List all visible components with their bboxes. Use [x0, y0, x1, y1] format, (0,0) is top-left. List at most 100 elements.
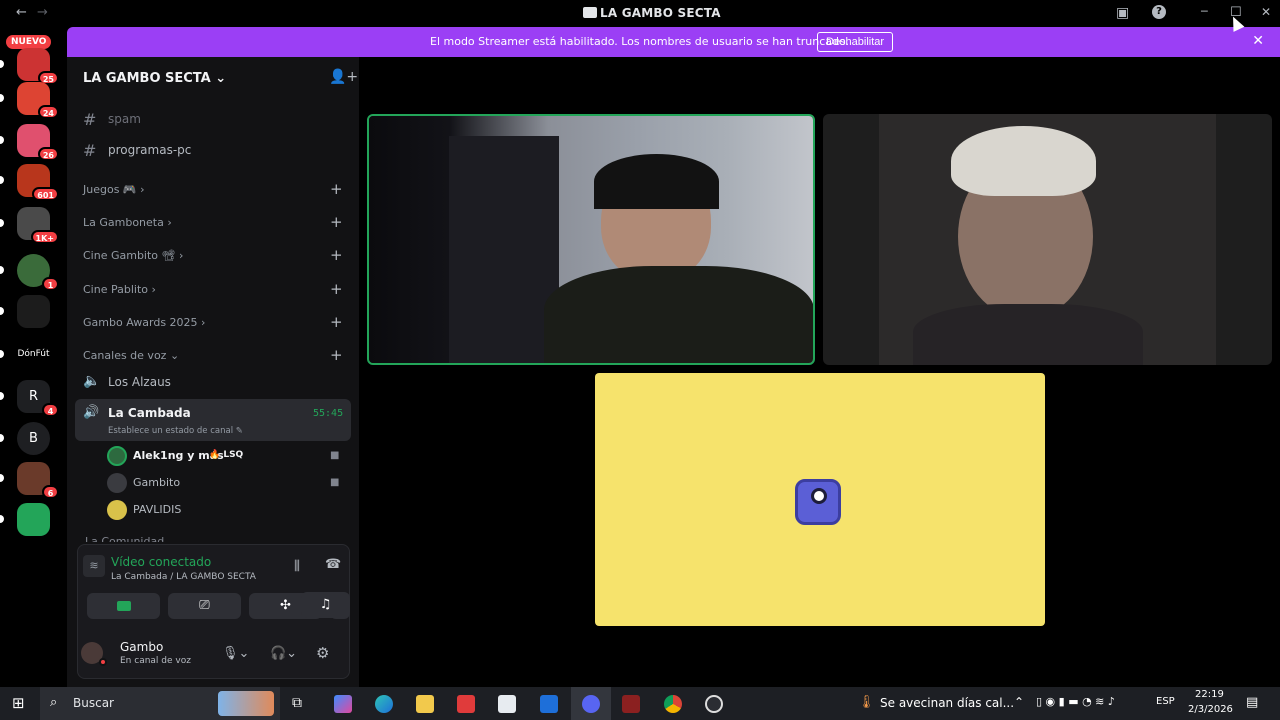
mention-badge: 601	[32, 187, 59, 201]
server-icon[interactable]: 601	[17, 164, 59, 201]
category-juegos[interactable]: Juegos 🎮 ›	[83, 183, 145, 196]
inbox-icon[interactable]: ▣	[1116, 5, 1129, 21]
cap-shape	[951, 126, 1096, 196]
server-icon[interactable]: DónFút	[17, 338, 50, 371]
disconnect-icon[interactable]: ☎	[325, 557, 341, 572]
server-initial: B	[29, 431, 38, 446]
task-view-icon[interactable]: ⧉	[292, 695, 302, 711]
close-icon[interactable]: ✕	[1252, 33, 1264, 49]
server-icon[interactable]: 25	[17, 48, 59, 85]
soundboard-button[interactable]: ♫	[301, 592, 350, 618]
minecraft-icon[interactable]	[622, 695, 640, 713]
connection-location[interactable]: La Cambada / LA GAMBO SECTA	[111, 572, 256, 582]
avatar-character	[795, 479, 841, 525]
microphone-icon[interactable]: 🎙⌄	[222, 646, 249, 661]
user-name[interactable]: Gambo	[120, 640, 163, 654]
mention-badge: 1K+	[30, 230, 59, 244]
clock-time[interactable]: 22:19	[1195, 689, 1224, 700]
partial-voice-channel[interactable]: La Comunidad	[85, 535, 164, 542]
server-icon[interactable]	[17, 503, 50, 536]
voice-channel-los-alzaus[interactable]: Los Alzaus	[108, 375, 171, 389]
windows-start-icon[interactable]: ⊞	[12, 694, 25, 712]
server-icon[interactable]: 26	[17, 124, 59, 161]
taskbar-search[interactable]: ⌕ Buscar	[40, 687, 280, 720]
help-icon[interactable]: ?	[1152, 5, 1166, 19]
channel-sidebar: LA GAMBO SECTA ⌄ 👤+ # spam # programas-p…	[67, 57, 359, 687]
video-tile-avatar[interactable]	[595, 373, 1045, 626]
speaker-icon: 🔈	[83, 373, 101, 389]
activities-icon: ✣	[280, 598, 291, 613]
language-indicator[interactable]: ESP	[1156, 696, 1175, 707]
close-window-button[interactable]: ✕	[1261, 5, 1271, 19]
forward-arrow-icon[interactable]: →	[37, 5, 48, 20]
video-tile-speaking[interactable]	[367, 114, 815, 365]
server-name[interactable]: LA GAMBO SECTA ⌄	[83, 71, 226, 86]
category-gambo-awards[interactable]: Gambo Awards 2025 ›	[83, 316, 205, 329]
channel-status[interactable]: Establece un estado de canal ✎	[108, 426, 243, 436]
server-icon[interactable]: 1	[17, 254, 59, 291]
screen-share-icon: ⎚	[199, 598, 210, 613]
title-bar: ← → LA GAMBO SECTA ▣ ? ─ ☐ ✕	[0, 0, 1280, 27]
hash-icon: #	[83, 141, 97, 160]
camera-icon: ■	[330, 450, 340, 461]
channel-spam[interactable]: spam	[108, 112, 141, 126]
avatar	[107, 473, 127, 493]
obs-icon[interactable]	[705, 695, 723, 713]
tray-chevron-icon[interactable]: ⌃	[1014, 695, 1024, 709]
video-camera-icon	[116, 601, 131, 611]
server-icon[interactable]: 24	[17, 82, 59, 119]
screen-share-button[interactable]: ⎚	[168, 593, 241, 619]
disable-streamer-button[interactable]: Deshabilitar	[817, 32, 894, 52]
voice-channel-la-cambada[interactable]: 🔊 La Cambada 55:45 Establece un estado d…	[75, 399, 351, 441]
voice-channel-label: La Cambada	[108, 406, 191, 420]
category-canales-de-voz[interactable]: Canales de voz ⌄	[83, 349, 179, 362]
category-cine-gambito[interactable]: Cine Gambito 📽 ›	[83, 249, 183, 262]
hash-icon: #	[83, 110, 97, 129]
settings-gear-icon[interactable]: ⚙	[316, 644, 329, 662]
server-icon[interactable]: 1K+	[17, 207, 59, 244]
voice-user-name[interactable]: Gambito	[133, 476, 180, 489]
add-channel-icon[interactable]: +	[330, 213, 343, 231]
add-channel-icon[interactable]: +	[330, 313, 343, 331]
search-highlight-image	[218, 691, 274, 716]
copilot-icon[interactable]	[334, 695, 352, 713]
status-dot	[99, 658, 107, 666]
discord-taskbar-active[interactable]	[571, 687, 611, 720]
add-channel-icon[interactable]: +	[330, 180, 343, 198]
chrome-icon[interactable]	[664, 695, 682, 713]
clock-date[interactable]: 2/3/2026	[1188, 704, 1233, 715]
back-arrow-icon[interactable]: ←	[16, 5, 27, 20]
video-tile[interactable]	[823, 114, 1272, 365]
category-cine-pablito[interactable]: Cine Pablito ›	[83, 283, 156, 296]
outlook-icon[interactable]	[540, 695, 558, 713]
noise-suppression-icon[interactable]: ⫼	[294, 559, 300, 574]
window-icon	[583, 7, 597, 18]
add-channel-icon[interactable]: +	[330, 246, 343, 264]
camera-button[interactable]	[87, 593, 160, 619]
voice-user-name[interactable]: PAVLIDIS	[133, 503, 181, 516]
headphones-icon[interactable]: 🎧⌄	[270, 646, 297, 661]
file-explorer-icon[interactable]	[416, 695, 434, 713]
new-badge: NUEVO	[6, 35, 52, 49]
server-icon[interactable]: B	[17, 422, 50, 455]
server-icon[interactable]: R4	[17, 380, 59, 417]
notifications-icon[interactable]: ▤	[1246, 695, 1258, 710]
server-icon[interactable]	[17, 295, 50, 328]
add-channel-icon[interactable]: +	[330, 346, 343, 364]
connection-status[interactable]: Vídeo conectado	[111, 555, 211, 569]
minimize-button[interactable]: ─	[1201, 5, 1208, 18]
door-shape	[449, 136, 559, 363]
tray-icons[interactable]: ▯ ◉ ▮ ▬ ◔ ≋ ♪	[1036, 695, 1115, 708]
weather-text[interactable]: Se avecinan días cal...	[880, 696, 1014, 710]
channel-programas-pc[interactable]: programas-pc	[108, 143, 191, 157]
banner-text: El modo Streamer está habilitado. Los no…	[430, 35, 850, 48]
edge-icon[interactable]	[375, 695, 393, 713]
add-user-icon[interactable]: 👤+	[329, 69, 358, 85]
add-channel-icon[interactable]: +	[330, 280, 343, 298]
store-icon[interactable]	[498, 695, 516, 713]
server-icon[interactable]: 6	[17, 462, 59, 499]
connection-signal-icon[interactable]: ≋	[83, 555, 105, 577]
mention-badge: 6	[42, 485, 59, 499]
category-la-gamboneta[interactable]: La Gamboneta ›	[83, 216, 172, 229]
wps-icon[interactable]	[457, 695, 475, 713]
